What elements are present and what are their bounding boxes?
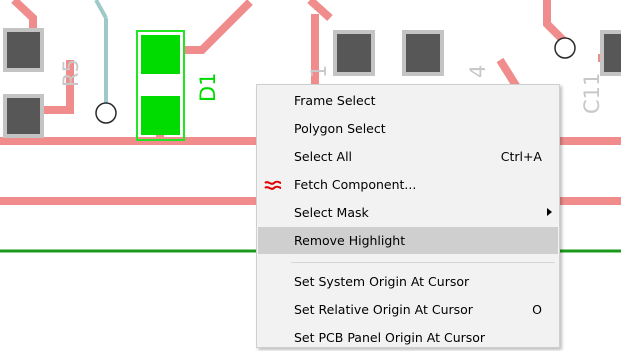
via[interactable] xyxy=(554,37,576,59)
menu-item-label: Remove Highlight xyxy=(294,233,406,248)
menu-item-select-all[interactable]: Select All Ctrl+A xyxy=(258,143,558,170)
menu-item-label: Set Relative Origin At Cursor xyxy=(294,302,473,317)
pad[interactable] xyxy=(3,28,44,72)
via[interactable] xyxy=(95,102,117,124)
menu-item-set-system-origin[interactable]: Set System Origin At Cursor xyxy=(258,268,558,295)
selected-pad[interactable] xyxy=(141,35,180,74)
pad[interactable] xyxy=(3,94,44,138)
submenu-arrow-icon xyxy=(547,208,552,216)
pad[interactable] xyxy=(333,30,375,76)
menu-item-set-pcb-panel-origin[interactable]: Set PCB Panel Origin At Cursor xyxy=(258,324,558,351)
fetch-component-icon xyxy=(264,180,282,190)
designator-4: 4 xyxy=(466,65,490,78)
highlighted-track xyxy=(94,0,108,19)
menu-item-label: Polygon Select xyxy=(294,121,386,136)
menu-item-label: Select All xyxy=(294,149,353,164)
designator-1: 1 xyxy=(307,65,331,78)
menu-item-label: Set System Origin At Cursor xyxy=(294,274,470,289)
designator-r5: R5 xyxy=(59,59,83,87)
pad[interactable] xyxy=(402,30,444,76)
menu-item-label: Frame Select xyxy=(294,93,376,108)
menu-item-shortcut: O xyxy=(532,302,542,317)
selected-pad[interactable] xyxy=(141,96,180,135)
menu-item-label: Select Mask xyxy=(294,205,369,220)
menu-item-label: Fetch Component... xyxy=(294,177,417,192)
pad[interactable] xyxy=(600,30,621,76)
context-menu: Frame Select Polygon Select Select All C… xyxy=(256,84,560,348)
designator-c11: C11 xyxy=(580,73,604,114)
menu-item-frame-select[interactable]: Frame Select xyxy=(258,87,558,114)
menu-item-label: Set PCB Panel Origin At Cursor xyxy=(294,330,486,345)
menu-item-fetch-component[interactable]: Fetch Component... xyxy=(258,171,558,198)
designator-d1: D1 xyxy=(196,72,220,102)
menu-separator xyxy=(291,262,555,263)
menu-item-select-mask[interactable]: Select Mask xyxy=(258,199,558,226)
menu-item-shortcut: Ctrl+A xyxy=(500,149,542,164)
menu-item-set-relative-origin[interactable]: Set Relative Origin At Cursor O xyxy=(258,296,558,323)
menu-item-polygon-select[interactable]: Polygon Select xyxy=(258,115,558,142)
menu-item-remove-highlight[interactable]: Remove Highlight xyxy=(258,227,558,254)
